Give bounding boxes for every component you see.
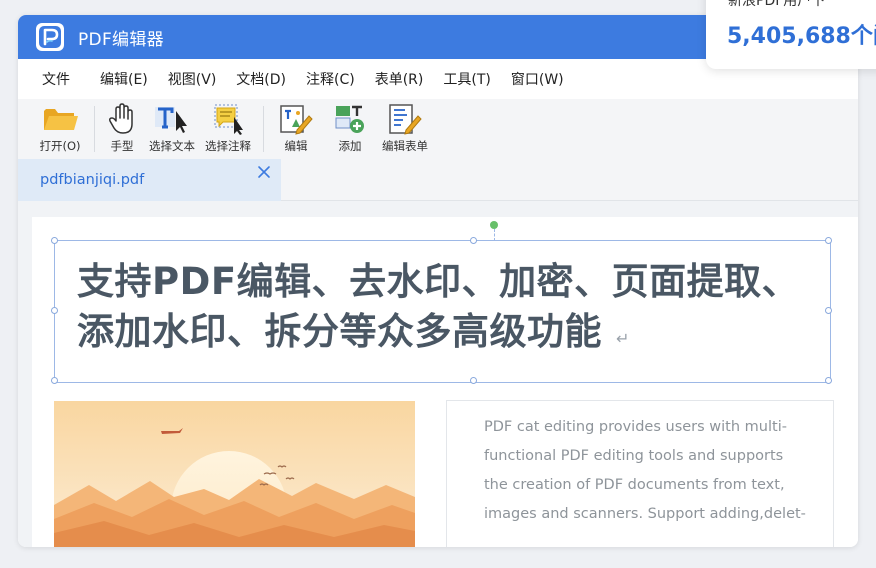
edit-button[interactable]: 编辑 xyxy=(274,103,318,154)
heading-line-2: 添加水印、拆分等众多高级功能 ↵ xyxy=(77,307,827,364)
popup-top-text: 新浪PDF用户下 xyxy=(728,0,826,9)
select-text-button[interactable]: 选择文本 xyxy=(149,103,195,154)
add-label: 添加 xyxy=(338,139,362,153)
resize-handle-br[interactable] xyxy=(825,377,832,384)
app-title: PDF编辑器 xyxy=(78,29,164,50)
edit-form-button[interactable]: 编辑表单 xyxy=(382,103,428,154)
tab-label: pdfbianjiqi.pdf xyxy=(40,172,145,188)
paragraph-mark: ↵ xyxy=(616,329,630,348)
folder-icon xyxy=(44,109,78,130)
resize-handle-tr[interactable] xyxy=(825,237,832,244)
app-window: PDF编辑器 文件 编辑(E) 视图(V) 文档(D) 注释(C) 表单(R) … xyxy=(18,15,858,547)
open-label: 打开(O) xyxy=(39,139,81,153)
english-text-block[interactable]: PDF cat editing provides users with mult… xyxy=(446,400,834,547)
select-text-label: 选择文本 xyxy=(149,139,195,153)
menu-tools[interactable]: 工具(T) xyxy=(443,69,490,89)
popup-count: 5,405,688个问 xyxy=(727,24,876,49)
toolbar-divider xyxy=(263,106,264,152)
menu-view[interactable]: 视图(V) xyxy=(168,69,217,89)
hand-tool-label: 手型 xyxy=(110,139,134,153)
menu-comment[interactable]: 注释(C) xyxy=(306,69,355,89)
heading-line-2-text: 添加水印、拆分等众多高级功能 xyxy=(77,310,602,353)
rotate-handle[interactable] xyxy=(490,221,498,229)
tab-pdfbianjiqi[interactable]: pdfbianjiqi.pdf xyxy=(18,159,281,201)
document-viewport[interactable]: 支持PDF编辑、去水印、加密、页面提取、 添加水印、拆分等众多高级功能 ↵ PD… xyxy=(18,201,858,547)
toolbar: 打开(O) 手型 选择文本 选择注释 编辑 添加 编辑表单 xyxy=(18,99,858,159)
menu-document[interactable]: 文档(D) xyxy=(236,69,286,89)
body-line-3: the creation of PDF documents from text, xyxy=(484,477,785,493)
open-button[interactable]: 打开(O) xyxy=(38,103,82,154)
toolbar-divider xyxy=(94,106,95,152)
resize-handle-b[interactable] xyxy=(470,377,477,384)
menu-edit[interactable]: 编辑(E) xyxy=(100,69,148,89)
text-select-icon xyxy=(155,107,187,133)
edit-icon xyxy=(280,105,313,135)
menu-form[interactable]: 表单(R) xyxy=(375,69,424,89)
pdf-page: 支持PDF编辑、去水印、加密、页面提取、 添加水印、拆分等众多高级功能 ↵ PD… xyxy=(32,217,858,547)
tab-bar: pdfbianjiqi.pdf xyxy=(18,159,858,201)
resize-handle-t[interactable] xyxy=(470,237,477,244)
add-icon xyxy=(335,105,364,133)
add-button[interactable]: 添加 xyxy=(328,103,372,154)
edit-label: 编辑 xyxy=(284,139,308,153)
edit-form-label: 编辑表单 xyxy=(382,139,428,153)
stats-popup: 新浪PDF用户下 5,405,688个问 xyxy=(706,0,876,69)
menu-file[interactable]: 文件 xyxy=(42,69,70,89)
app-logo-icon xyxy=(36,23,64,51)
hand-icon xyxy=(109,103,133,134)
menu-window[interactable]: 窗口(W) xyxy=(511,69,564,89)
document-heading[interactable]: 支持PDF编辑、去水印、加密、页面提取、 添加水印、拆分等众多高级功能 ↵ xyxy=(77,257,827,364)
hand-tool-button[interactable]: 手型 xyxy=(105,103,139,154)
text-selection-box[interactable]: 支持PDF编辑、去水印、加密、页面提取、 添加水印、拆分等众多高级功能 ↵ xyxy=(51,221,832,384)
resize-handle-l[interactable] xyxy=(51,307,58,314)
body-line-2: functional PDF editing tools and support… xyxy=(484,448,784,464)
sunset-illustration[interactable] xyxy=(54,401,415,547)
select-annotation-button[interactable]: 选择注释 xyxy=(205,103,251,154)
select-annotation-label: 选择注释 xyxy=(205,139,251,153)
edit-form-icon xyxy=(389,104,422,135)
body-line-4: images and scanners. Support adding,dele… xyxy=(484,506,806,522)
resize-handle-tl[interactable] xyxy=(51,237,58,244)
resize-handle-bl[interactable] xyxy=(51,377,58,384)
close-icon[interactable] xyxy=(256,164,272,180)
annotation-select-icon xyxy=(214,104,243,135)
rotate-connector xyxy=(494,229,495,241)
heading-line-1: 支持PDF编辑、去水印、加密、页面提取、 xyxy=(77,260,800,303)
body-line-1: PDF cat editing provides users with mult… xyxy=(484,419,787,435)
